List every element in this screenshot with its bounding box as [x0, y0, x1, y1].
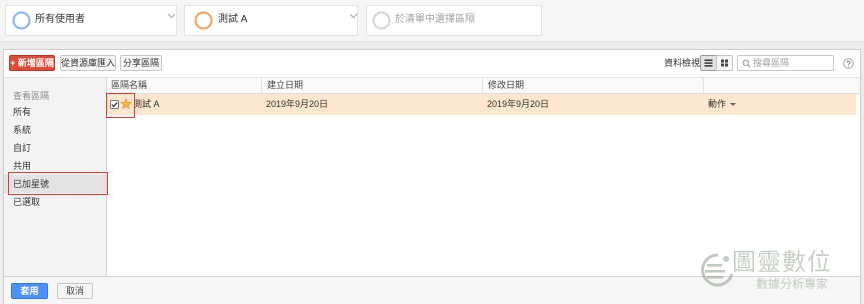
segment-name[interactable]: 測試 A: [133, 94, 160, 115]
segment-ring-icon: [372, 11, 391, 30]
grid-view-icon: [721, 59, 728, 67]
table-header: 區隔名稱 建立日期 修改日期: [107, 78, 860, 94]
sidebar-item-shared[interactable]: 共用: [4, 157, 106, 175]
dialog-footer: 套用 取消: [4, 276, 860, 304]
help-icon[interactable]: [843, 58, 854, 69]
apply-button[interactable]: 套用: [11, 283, 48, 299]
segment-slot-2[interactable]: 測試 A: [184, 5, 358, 36]
list-view-button[interactable]: [700, 55, 717, 71]
caret-down-icon: [730, 103, 737, 107]
search-box: [737, 55, 834, 71]
checkbox-checked-icon[interactable]: [110, 100, 119, 109]
sidebar-heading: 查看區隔: [13, 91, 50, 101]
segment-ring-icon: [194, 11, 213, 30]
star-icon[interactable]: [120, 98, 132, 110]
segment-table: 區隔名稱 建立日期 修改日期 測試 A 2019年9月20日 2019年9月20…: [107, 78, 860, 276]
import-from-gallery-button[interactable]: 從資源庫匯入: [60, 55, 116, 71]
segment-label: 測試 A: [218, 14, 248, 25]
search-icon: [742, 59, 751, 68]
table-row[interactable]: 測試 A 2019年9月20日 2019年9月20日 動作: [107, 94, 856, 115]
segment-ring-icon: [12, 11, 31, 30]
segment-ring: [12, 11, 31, 30]
grid-view-button[interactable]: [716, 55, 733, 71]
segment-bar: 所有使用者 測試 A 於清單中選擇區隔: [0, 0, 864, 42]
view-label: 資料檢視: [664, 58, 701, 68]
chevron-down-icon[interactable]: [349, 13, 358, 19]
cell-modified: 2019年9月20日: [487, 99, 550, 109]
actions-menu[interactable]: 動作: [704, 94, 856, 115]
chevron-down-icon[interactable]: [167, 13, 176, 19]
segment-ring: [194, 11, 213, 30]
segment-panel: + 新增區隔 從資源庫匯入 分享區隔 資料檢視 搜尋區隔 查看區隔 所有 系統 …: [3, 49, 861, 304]
cell-name: 測試 A: [107, 94, 262, 115]
column-header-name[interactable]: 區隔名稱: [107, 78, 262, 93]
sidebar-item-system[interactable]: 系統: [4, 121, 106, 139]
segment-picker-screen: 所有使用者 測試 A 於清單中選擇區隔 + 新增區隔 從資源庫匯入 分享區隔 資…: [0, 0, 864, 304]
segment-label: 所有使用者: [35, 14, 85, 25]
new-segment-button[interactable]: + 新增區隔: [9, 55, 55, 71]
segment-ring: [372, 11, 391, 30]
sidebar-item-all[interactable]: 所有: [4, 103, 106, 121]
segment-slot-1[interactable]: 所有使用者: [5, 5, 177, 36]
cell-created: 2019年9月20日: [266, 99, 329, 109]
column-header-created[interactable]: 建立日期: [262, 78, 483, 93]
column-header-actions: [704, 78, 860, 93]
sidebar-item-selected[interactable]: 已選取: [4, 193, 106, 211]
cancel-button[interactable]: 取消: [57, 283, 93, 299]
segment-placeholder: 於清單中選擇區隔: [395, 14, 475, 25]
column-header-modified[interactable]: 修改日期: [483, 78, 704, 93]
list-view-icon: [704, 59, 713, 67]
search-input[interactable]: [753, 57, 831, 69]
segment-slot-empty[interactable]: 於清單中選擇區隔: [366, 5, 542, 36]
segment-filter-sidebar: 查看區隔 所有 系統 自訂 共用 已加星號 已選取: [4, 78, 107, 276]
sidebar-item-custom[interactable]: 自訂: [4, 139, 106, 157]
share-segments-button[interactable]: 分享區隔: [120, 55, 162, 71]
actions-label: 動作: [708, 99, 727, 109]
sidebar-item-starred[interactable]: 已加星號: [4, 175, 106, 193]
star-shape: [120, 98, 132, 110]
